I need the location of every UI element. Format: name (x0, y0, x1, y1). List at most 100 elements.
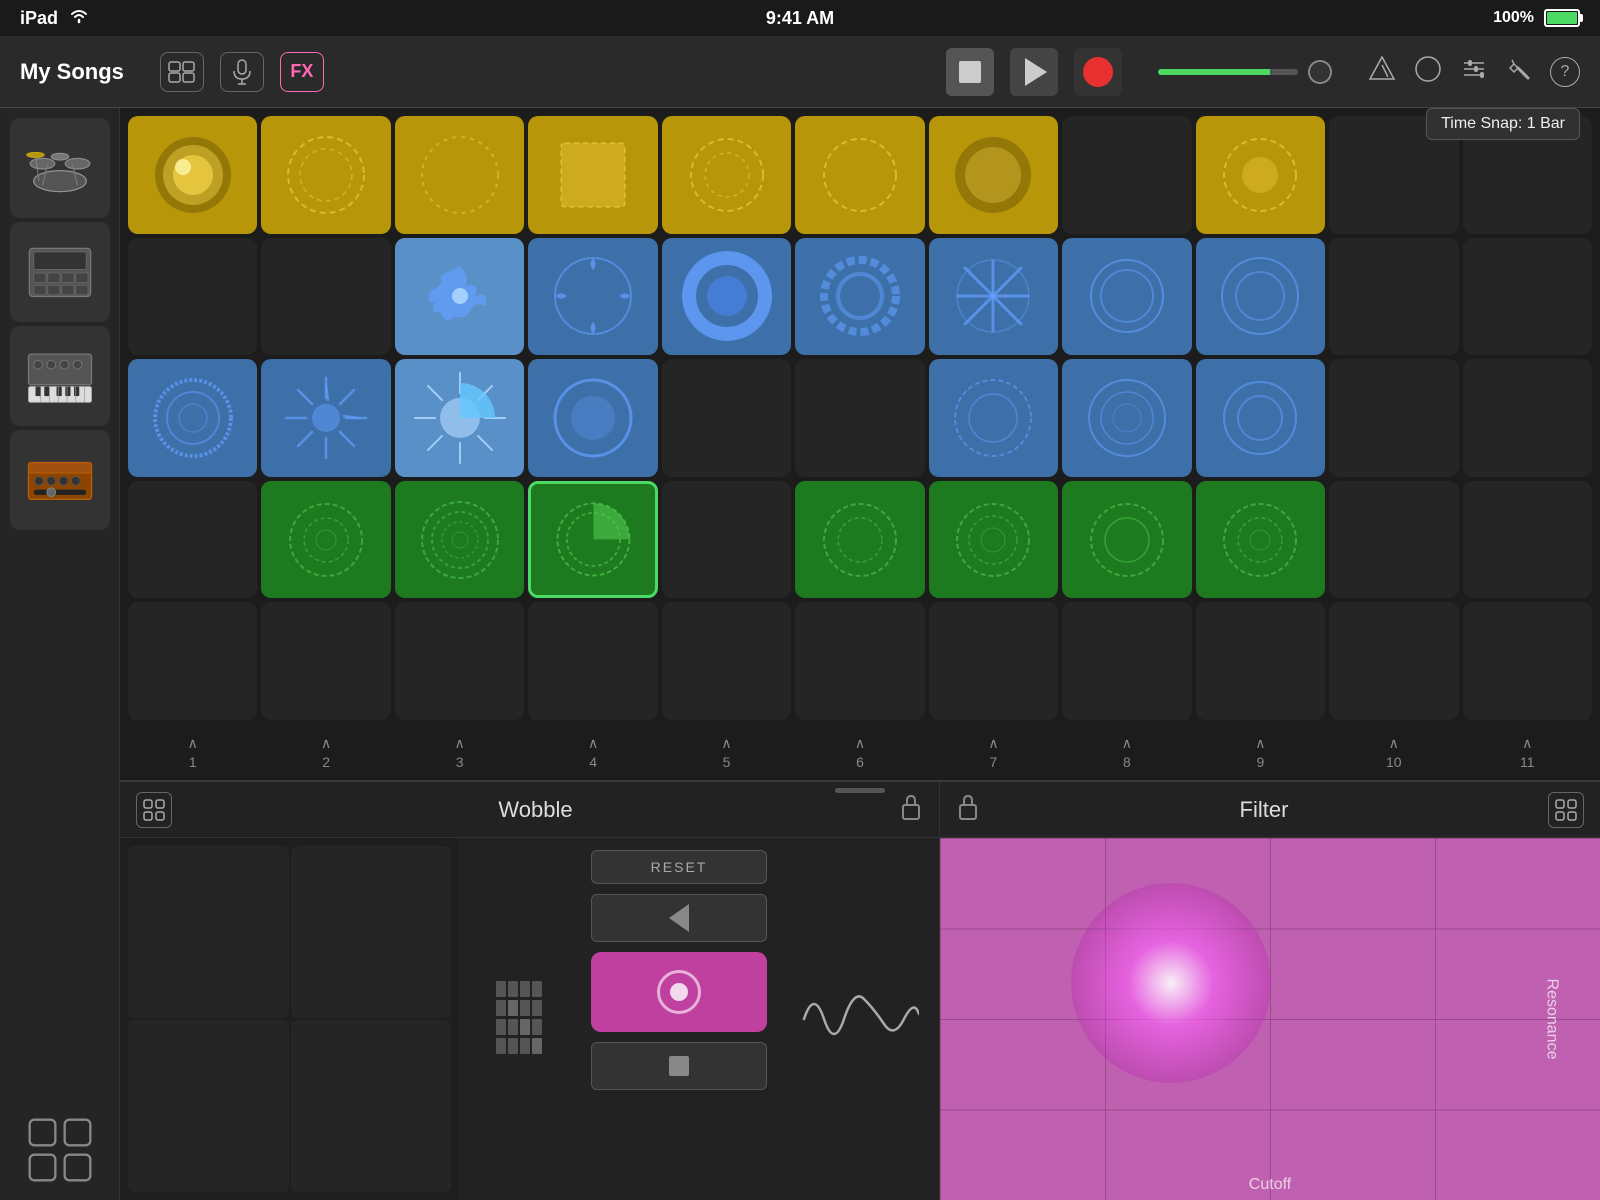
cell-1-9[interactable] (1196, 116, 1325, 234)
cell-4-1[interactable] (128, 481, 257, 599)
mixer-icon[interactable] (1460, 55, 1488, 89)
cell-1-8[interactable] (1062, 116, 1191, 234)
sidebar-item-analog[interactable] (10, 430, 110, 530)
cell-2-7[interactable] (929, 238, 1058, 356)
help-icon[interactable]: ? (1550, 57, 1580, 87)
col-4[interactable]: ∧ 4 (528, 728, 657, 776)
cell-3-5[interactable] (662, 359, 791, 477)
cell-3-7[interactable] (929, 359, 1058, 477)
cell-1-5[interactable] (662, 116, 791, 234)
filter-scene-icon[interactable] (1548, 792, 1584, 828)
cell-1-6[interactable] (795, 116, 924, 234)
cell-2-2[interactable] (261, 238, 390, 356)
wobble-pad-tr[interactable] (291, 846, 452, 1018)
cell-4-6[interactable] (795, 481, 924, 599)
wobble-pad-tl[interactable] (128, 846, 289, 1018)
cell-5-1[interactable] (128, 602, 257, 720)
cell-4-3[interactable] (395, 481, 524, 599)
cell-2-5[interactable] (662, 238, 791, 356)
col-9[interactable]: ∧ 9 (1196, 728, 1325, 776)
cell-4-9[interactable] (1196, 481, 1325, 599)
cell-1-4[interactable] (528, 116, 657, 234)
col-11[interactable]: ∧ 11 (1463, 728, 1592, 776)
volume-control[interactable] (1158, 60, 1332, 84)
stop-loop-button[interactable] (591, 1042, 767, 1090)
cell-5-6[interactable] (795, 602, 924, 720)
volume-knob[interactable] (1308, 60, 1332, 84)
sidebar-item-synth[interactable] (10, 326, 110, 426)
cell-5-9[interactable] (1196, 602, 1325, 720)
cell-4-7[interactable] (929, 481, 1058, 599)
cell-1-7[interactable] (929, 116, 1058, 234)
cell-4-5[interactable] (662, 481, 791, 599)
reset-button[interactable]: RESET (591, 850, 767, 884)
col-3[interactable]: ∧ 3 (395, 728, 524, 776)
stop-button[interactable] (946, 48, 994, 96)
cell-2-3[interactable] (395, 238, 524, 356)
cell-1-2[interactable] (261, 116, 390, 234)
record-loop-button[interactable] (591, 952, 767, 1032)
cell-4-11[interactable] (1463, 481, 1592, 599)
cell-1-1[interactable] (128, 116, 257, 234)
col-2[interactable]: ∧ 2 (261, 728, 390, 776)
loop-icon[interactable] (1414, 55, 1442, 89)
cell-3-3[interactable] (395, 359, 524, 477)
cell-2-6[interactable] (795, 238, 924, 356)
panel-drag-handle[interactable] (835, 788, 885, 793)
filter-xy-pad[interactable]: Cutoff Resonance (940, 838, 1600, 1200)
col-8[interactable]: ∧ 8 (1062, 728, 1191, 776)
fx-button[interactable]: FX (280, 52, 324, 92)
wobble-lock-icon[interactable] (899, 793, 923, 827)
col-10[interactable]: ∧ 10 (1329, 728, 1458, 776)
col-5[interactable]: ∧ 5 (662, 728, 791, 776)
col-7[interactable]: ∧ 7 (929, 728, 1058, 776)
col-1[interactable]: ∧ 1 (128, 728, 257, 776)
volume-bar[interactable] (1158, 69, 1298, 75)
record-button[interactable] (1074, 48, 1122, 96)
cell-5-8[interactable] (1062, 602, 1191, 720)
cell-3-4[interactable] (528, 359, 657, 477)
cell-3-1[interactable] (128, 359, 257, 477)
cell-5-3[interactable] (395, 602, 524, 720)
sidebar-item-mpc[interactable] (10, 222, 110, 322)
cell-2-11[interactable] (1463, 238, 1592, 356)
filter-glow-point (1071, 883, 1271, 1083)
cell-5-5[interactable] (662, 602, 791, 720)
mic-button[interactable] (220, 52, 264, 92)
play-button[interactable] (1010, 48, 1058, 96)
cell-5-4[interactable] (528, 602, 657, 720)
cell-5-11[interactable] (1463, 602, 1592, 720)
back-button[interactable] (591, 894, 767, 942)
metronome-icon[interactable] (1368, 55, 1396, 89)
cell-3-8[interactable] (1062, 359, 1191, 477)
bottom-panel: Wobble (120, 780, 1600, 1200)
cell-2-10[interactable] (1329, 238, 1458, 356)
cell-1-3[interactable] (395, 116, 524, 234)
cell-5-2[interactable] (261, 602, 390, 720)
cell-2-1[interactable] (128, 238, 257, 356)
cell-4-2[interactable] (261, 481, 390, 599)
cell-4-10[interactable] (1329, 481, 1458, 599)
tools-icon[interactable] (1506, 56, 1532, 88)
sidebar-grid-view[interactable] (20, 1110, 100, 1190)
cell-5-7[interactable] (929, 602, 1058, 720)
cell-4-4[interactable] (528, 481, 657, 599)
cell-3-2[interactable] (261, 359, 390, 477)
cell-2-9[interactable] (1196, 238, 1325, 356)
cell-2-4[interactable] (528, 238, 657, 356)
filter-lock-icon[interactable] (956, 793, 980, 827)
cell-4-8[interactable] (1062, 481, 1191, 599)
wobble-pad-bl[interactable] (128, 1020, 289, 1192)
wobble-xy-pad[interactable] (120, 838, 459, 1200)
cell-3-10[interactable] (1329, 359, 1458, 477)
wobble-scene-icon[interactable] (136, 792, 172, 828)
col-6[interactable]: ∧ 6 (795, 728, 924, 776)
cell-3-9[interactable] (1196, 359, 1325, 477)
sidebar-item-drums[interactable] (10, 118, 110, 218)
cell-2-8[interactable] (1062, 238, 1191, 356)
cell-5-10[interactable] (1329, 602, 1458, 720)
cell-3-11[interactable] (1463, 359, 1592, 477)
wobble-pad-br[interactable] (291, 1020, 452, 1192)
cell-3-6[interactable] (795, 359, 924, 477)
screens-button[interactable] (160, 52, 204, 92)
